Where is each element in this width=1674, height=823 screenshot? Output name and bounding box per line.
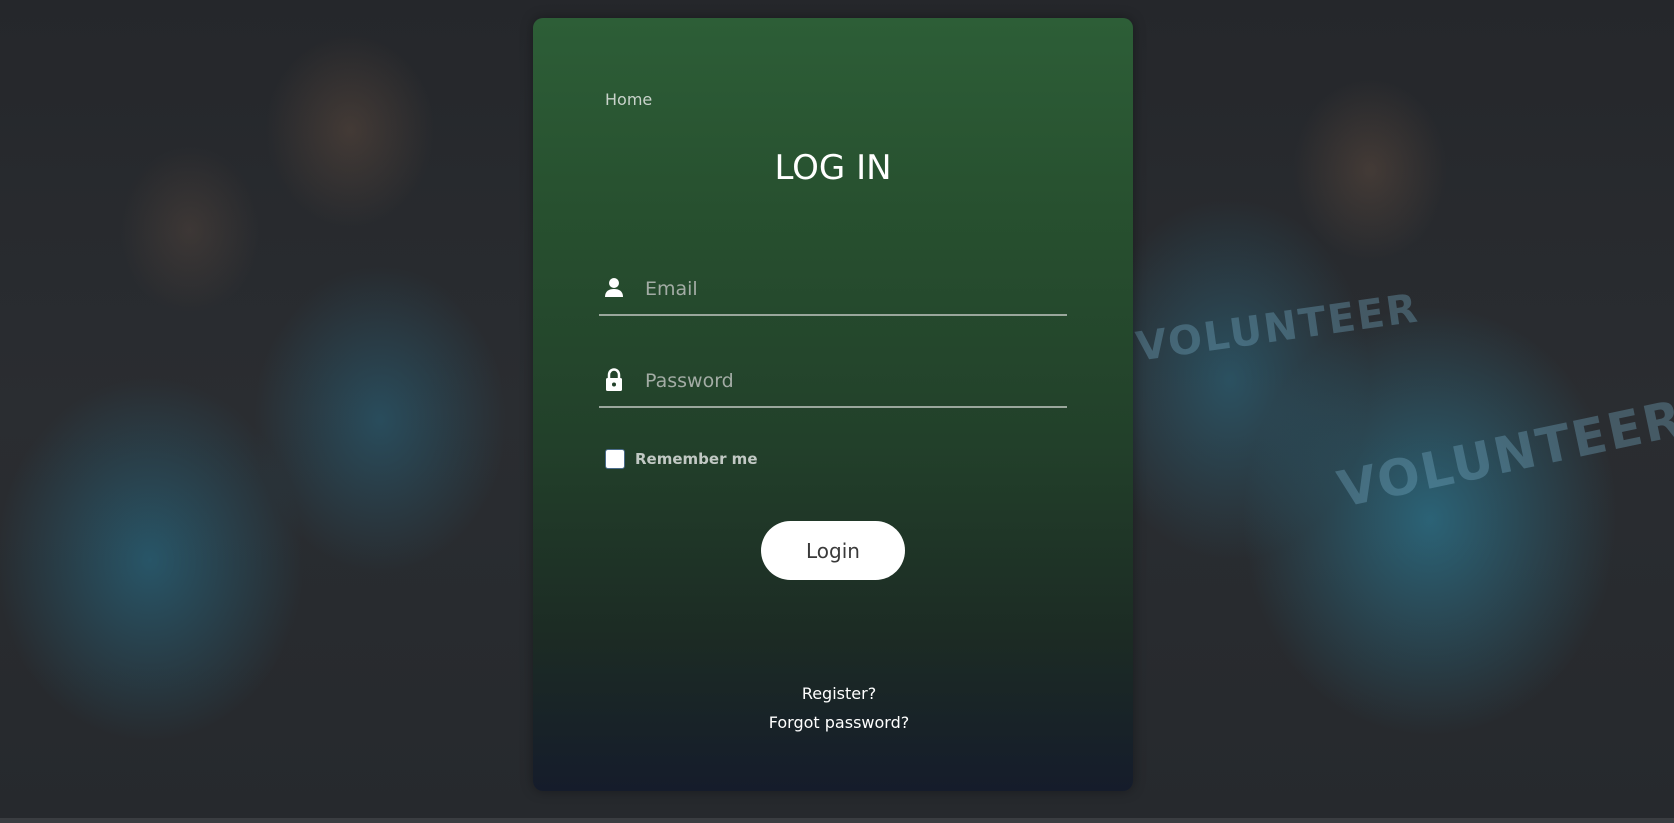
page-bottom-strip bbox=[0, 818, 1674, 823]
lock-icon bbox=[606, 368, 622, 391]
remember-me-label: Remember me bbox=[635, 450, 758, 468]
home-link[interactable]: Home bbox=[605, 90, 652, 109]
background-shirt-text: VOLUNTEER bbox=[1133, 285, 1422, 371]
remember-me-checkbox[interactable] bbox=[605, 449, 625, 469]
password-field bbox=[599, 356, 1067, 408]
login-button[interactable]: Login bbox=[761, 521, 905, 580]
user-icon bbox=[605, 278, 623, 297]
email-input[interactable] bbox=[643, 270, 1067, 308]
page-title: LOG IN bbox=[774, 148, 892, 188]
forgot-password-link[interactable]: Forgot password? bbox=[533, 713, 1145, 732]
password-input[interactable] bbox=[643, 362, 1067, 400]
remember-me: Remember me bbox=[605, 448, 758, 470]
login-card: Home LOG IN Remember me Login Register? … bbox=[533, 18, 1133, 791]
login-page: VOLUNTEER VOLUNTEER Home LOG IN Remember… bbox=[0, 0, 1674, 823]
background-shirt-text: VOLUNTEER bbox=[1332, 389, 1674, 519]
register-link[interactable]: Register? bbox=[533, 684, 1145, 703]
email-field bbox=[599, 264, 1067, 316]
